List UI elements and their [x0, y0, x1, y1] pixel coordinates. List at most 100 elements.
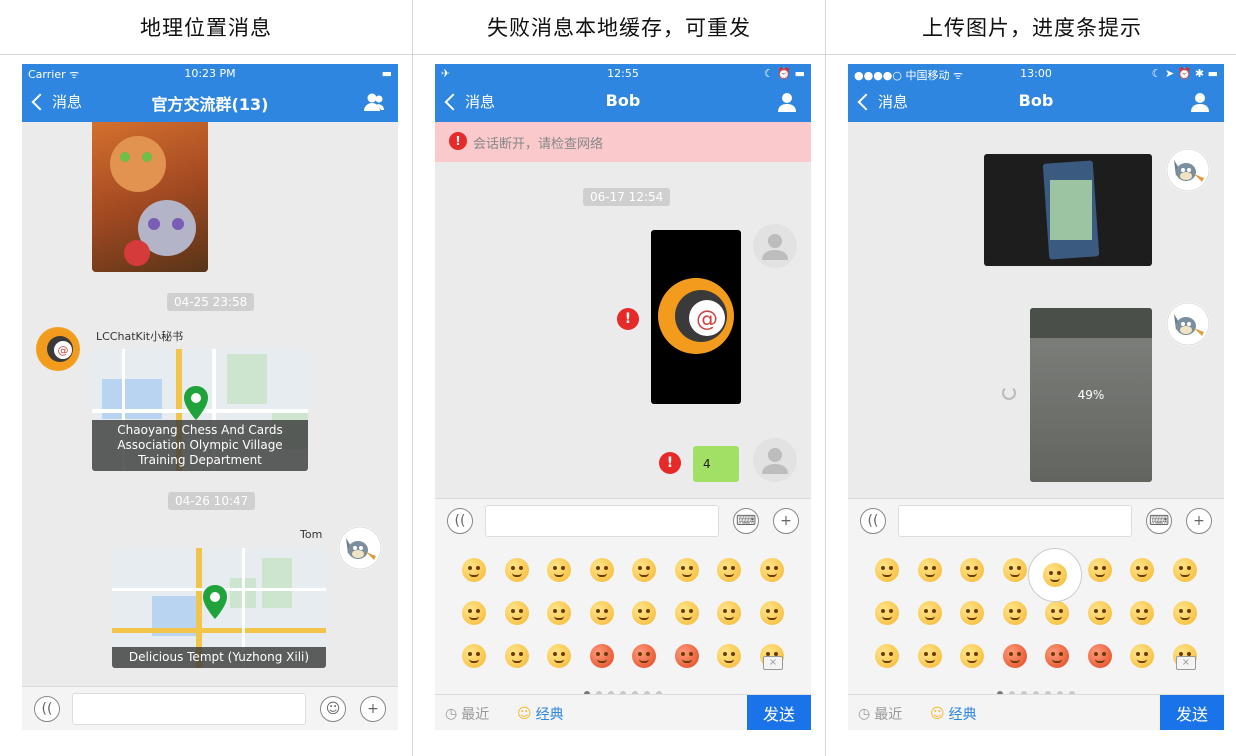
- person-icon: [762, 448, 788, 474]
- emoji-item[interactable]: [674, 644, 699, 668]
- emoji-item[interactable]: [462, 601, 486, 625]
- emoji-item[interactable]: [917, 644, 942, 668]
- emoji-item[interactable]: [589, 644, 614, 668]
- keyboard-button[interactable]: ⌨: [733, 508, 759, 534]
- classic-tab[interactable]: ☺ 经典: [930, 704, 977, 724]
- keyboard-icon: ⌨: [1148, 513, 1170, 529]
- emoji-item[interactable]: [504, 601, 529, 625]
- emoji-item[interactable]: [632, 644, 656, 668]
- uploading-image-message[interactable]: 49%: [1030, 308, 1152, 482]
- clock-icon: ◷: [445, 706, 458, 722]
- emoji-item[interactable]: [462, 558, 486, 582]
- send-button[interactable]: 发送: [747, 695, 811, 730]
- emoji-item[interactable]: [717, 601, 741, 625]
- profile-icon[interactable]: [775, 90, 799, 114]
- keyboard-button[interactable]: ⌨: [1146, 508, 1172, 534]
- emoji-item[interactable]: [1045, 601, 1069, 625]
- plus-icon: +: [780, 513, 792, 529]
- emoji-item[interactable]: [917, 601, 942, 625]
- network-error-banner: ! 会话断开，请检查网络: [435, 122, 811, 162]
- emoji-item[interactable]: [589, 601, 614, 625]
- emoji-item[interactable]: [1087, 601, 1112, 625]
- tom-cat-icon: [1166, 302, 1210, 346]
- emoji-item[interactable]: [674, 601, 699, 625]
- voice-button[interactable]: ((: [447, 508, 473, 534]
- smiley-icon: ☺: [930, 706, 945, 722]
- message-input[interactable]: [485, 505, 719, 537]
- message-input[interactable]: [72, 693, 306, 725]
- emoji-item[interactable]: [1130, 644, 1154, 668]
- sender-name: LCChatKit小秘书: [96, 330, 184, 343]
- recent-tab[interactable]: ◷ 最近: [858, 704, 902, 724]
- avatar[interactable]: [753, 224, 797, 268]
- emoji-item[interactable]: [960, 558, 984, 582]
- message-input[interactable]: [898, 505, 1132, 537]
- emoji-item[interactable]: [717, 558, 741, 582]
- status-bar: ●●●●○ 中国移动 ᯤ 13:00 ☾ ➤ ⏰ ✱ ▬: [848, 64, 1224, 82]
- location-message[interactable]: Delicious Tempt (Yuzhong Xili): [112, 548, 326, 668]
- send-button[interactable]: 发送: [1160, 695, 1224, 730]
- emoji-item[interactable]: [674, 558, 699, 582]
- more-button[interactable]: +: [1186, 508, 1212, 534]
- chatkit-logo-icon: @: [38, 329, 78, 369]
- emoji-item[interactable]: [960, 644, 984, 668]
- more-button[interactable]: +: [360, 696, 386, 722]
- recent-tab[interactable]: ◷ 最近: [445, 704, 489, 724]
- emoji-item[interactable]: [1130, 558, 1154, 582]
- avatar[interactable]: [753, 438, 797, 482]
- panel-location: 地理位置消息 Carrier ᯤ 10:23 PM ▬ 消息 官方交流群(13): [0, 0, 412, 756]
- emoji-item[interactable]: [1045, 644, 1069, 668]
- emoji-item[interactable]: [632, 601, 656, 625]
- emoji-item[interactable]: [1002, 644, 1027, 668]
- emoji-item[interactable]: [917, 558, 942, 582]
- emoji-item[interactable]: [1087, 558, 1112, 582]
- emoji-item[interactable]: [504, 558, 529, 582]
- avatar[interactable]: [338, 526, 382, 570]
- emoji-item[interactable]: [547, 644, 571, 668]
- emoji-item[interactable]: [1087, 644, 1112, 668]
- backspace-icon[interactable]: ×: [1176, 656, 1196, 670]
- backspace-icon[interactable]: ×: [763, 656, 783, 670]
- image-message[interactable]: @: [651, 230, 741, 404]
- group-members-icon[interactable]: [362, 90, 386, 114]
- voice-button[interactable]: ((: [34, 696, 60, 722]
- emoji-item[interactable]: [875, 601, 899, 625]
- classic-tab[interactable]: ☺ 经典: [517, 704, 564, 724]
- emoji-item[interactable]: [960, 601, 984, 625]
- voice-icon: ((: [41, 701, 53, 717]
- panel-title: 地理位置消息: [140, 16, 272, 40]
- text-message[interactable]: 4: [693, 446, 739, 482]
- emoji-item[interactable]: [462, 644, 486, 668]
- panel-title: 失败消息本地缓存，可重发: [487, 16, 751, 40]
- emoji-item[interactable]: [875, 558, 899, 582]
- banner-text: 会话断开，请检查网络: [473, 137, 604, 152]
- resend-button[interactable]: !: [659, 452, 681, 474]
- panel-upload-progress: 上传图片，进度条提示 ●●●●○ 中国移动 ᯤ 13:00 ☾ ➤ ⏰ ✱ ▬ …: [826, 0, 1236, 756]
- more-button[interactable]: +: [773, 508, 799, 534]
- emoji-item[interactable]: [504, 644, 529, 668]
- emoji-item[interactable]: [632, 558, 656, 582]
- emoji-item[interactable]: [547, 558, 571, 582]
- emoji-button[interactable]: ☺: [320, 696, 346, 722]
- emoji-item[interactable]: [1130, 601, 1154, 625]
- avatar[interactable]: [1166, 148, 1210, 192]
- image-message[interactable]: [984, 154, 1152, 266]
- emoji-item[interactable]: [1002, 558, 1027, 582]
- page-title: Bob: [605, 91, 641, 110]
- location-message[interactable]: Chaoyang Chess And Cards Association Oly…: [92, 349, 308, 471]
- image-message[interactable]: [92, 122, 208, 272]
- emoji-item[interactable]: [1172, 558, 1197, 582]
- emoji-item[interactable]: [1172, 601, 1197, 625]
- voice-button[interactable]: ((: [860, 508, 886, 534]
- emoji-item[interactable]: [759, 601, 784, 625]
- resend-button[interactable]: !: [617, 308, 639, 330]
- avatar[interactable]: @: [36, 327, 80, 371]
- avatar[interactable]: [1166, 302, 1210, 346]
- emoji-item[interactable]: [589, 558, 614, 582]
- emoji-item[interactable]: [1002, 601, 1027, 625]
- profile-icon[interactable]: [1188, 90, 1212, 114]
- emoji-item[interactable]: [547, 601, 571, 625]
- emoji-item[interactable]: [759, 558, 784, 582]
- emoji-item[interactable]: [875, 644, 899, 668]
- emoji-item[interactable]: [717, 644, 741, 668]
